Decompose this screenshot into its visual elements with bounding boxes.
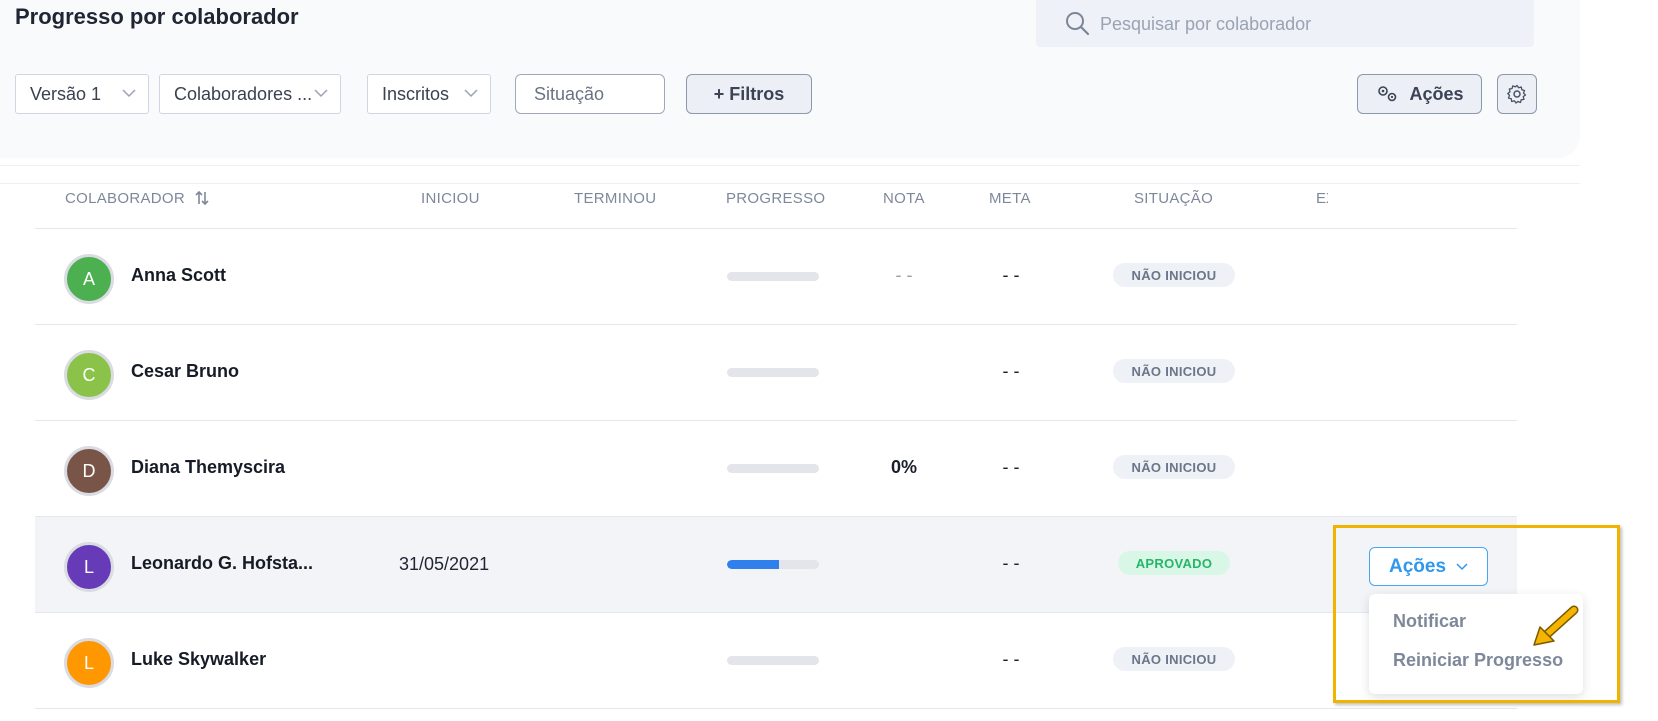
chevron-down-icon [122, 89, 136, 98]
table-row[interactable]: A Anna Scott - - - - NÃO INICIOU [35, 229, 1517, 325]
grade-value: 0% [890, 457, 917, 477]
gears-icon [1378, 86, 1397, 102]
chevron-down-icon [464, 89, 478, 98]
progress-bar [727, 560, 819, 569]
column-header-extra: EX [1316, 190, 1328, 207]
status-badge: NÃO INICIOU [1113, 263, 1235, 287]
avatar: D [64, 446, 114, 496]
sort-icon [195, 190, 210, 206]
version-select-value: Versão 1 [30, 83, 102, 104]
pointer-arrow-icon [1533, 605, 1579, 646]
table-row[interactable]: D Diana Themyscira 0% - - NÃO INICIOU [35, 421, 1517, 517]
collaborator-name: Anna Scott [131, 265, 227, 285]
more-filters-button[interactable]: + Filtros [686, 74, 812, 114]
collaborator-name: Cesar Bruno [131, 361, 240, 381]
inscritos-select[interactable]: Inscritos [367, 74, 491, 114]
goal-value: - - [1002, 457, 1020, 477]
goal-value: - - [1002, 553, 1020, 573]
actions-button-label: Ações [1409, 83, 1464, 104]
divider [0, 183, 1580, 184]
page-title: Progresso por colaborador [15, 4, 299, 29]
column-header-iniciou: INICIOU [421, 190, 480, 207]
progress-bar [727, 272, 819, 281]
column-header-label: COLABORADOR [65, 190, 185, 207]
table-row[interactable]: C Cesar Bruno - - NÃO INICIOU [35, 325, 1517, 421]
column-header-colaborador[interactable]: COLABORADOR [65, 190, 210, 207]
column-header-terminou: TERMINOU [574, 190, 657, 207]
progress-bar [727, 656, 819, 665]
progress-fill [727, 560, 780, 569]
start-date: 31/05/2021 [399, 554, 490, 574]
column-header-situacao: SITUAÇÃO [1134, 190, 1214, 207]
colaboradores-select-value: Colaboradores ... [174, 83, 313, 104]
search-input[interactable] [1098, 8, 1522, 40]
filter-header: Progresso por colaborador Versão 1 Colab… [0, 0, 1580, 158]
colaboradores-select[interactable]: Colaboradores ... [159, 74, 341, 114]
divider [0, 165, 1580, 166]
column-header-progresso: PROGRESSO [726, 190, 826, 207]
situacao-input[interactable] [515, 74, 665, 114]
gear-icon [1507, 84, 1527, 104]
status-badge: NÃO INICIOU [1113, 455, 1235, 479]
progress-bar [727, 464, 819, 473]
progress-bar [727, 368, 819, 377]
table-row[interactable]: L Luke Skywalker - - NÃO INICIOU [35, 613, 1517, 709]
table-row[interactable]: L Leonardo G. Hofsta... 31/05/2021 - - A… [35, 517, 1517, 613]
search-box[interactable] [1036, 0, 1534, 47]
search-icon [1066, 12, 1090, 36]
column-header-nota: NOTA [883, 190, 925, 207]
avatar: A [64, 254, 114, 304]
goal-value: - - [1002, 649, 1020, 669]
inscritos-select-value: Inscritos [382, 83, 450, 104]
avatar: L [64, 638, 114, 688]
chevron-down-icon [314, 89, 328, 98]
collaborator-name: Luke Skywalker [131, 649, 267, 669]
collaborator-name: Leonardo G. Hofsta... [131, 553, 314, 573]
version-select[interactable]: Versão 1 [15, 74, 149, 114]
actions-button[interactable]: Ações [1357, 74, 1482, 114]
status-badge: APROVADO [1118, 551, 1230, 575]
collaborator-name: Diana Themyscira [131, 457, 286, 477]
goal-value: - - [1002, 361, 1020, 381]
status-badge: NÃO INICIOU [1113, 359, 1235, 383]
grade-value: - - [895, 265, 913, 285]
status-badge: NÃO INICIOU [1113, 647, 1235, 671]
avatar: C [64, 350, 114, 400]
goal-value: - - [1002, 265, 1020, 285]
avatar: L [64, 542, 114, 592]
settings-button[interactable] [1497, 74, 1537, 114]
column-header-meta: META [989, 190, 1031, 207]
